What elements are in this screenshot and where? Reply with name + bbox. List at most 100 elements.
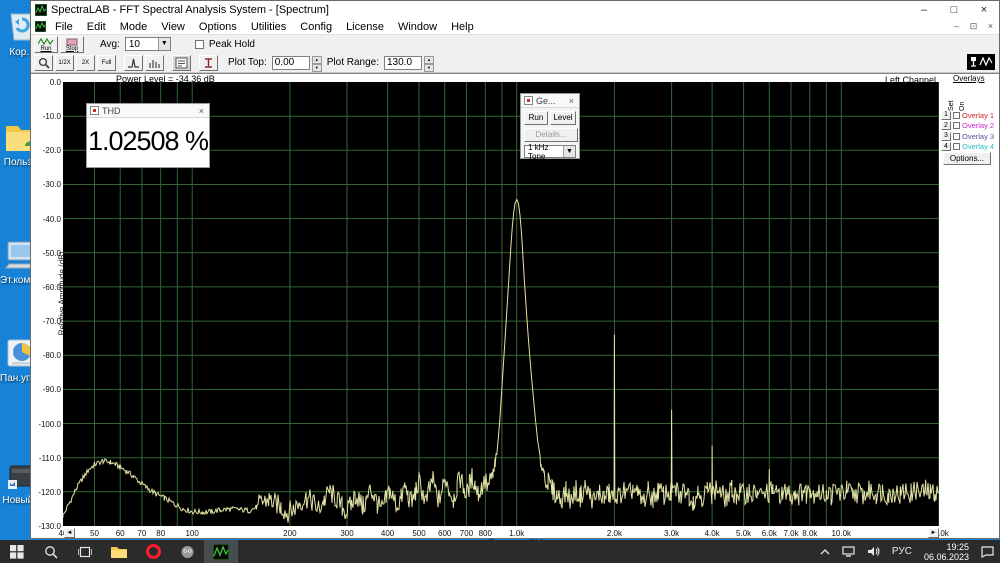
taskbar-search-button[interactable] <box>34 540 68 563</box>
generator-title-bar[interactable]: Ge... × <box>521 94 579 108</box>
peak-hold-checkbox[interactable] <box>194 39 204 49</box>
run-wave-icon <box>37 37 54 46</box>
task-view-button[interactable] <box>68 540 102 563</box>
overlay-row-3: 3 Overlay 3 <box>941 131 994 141</box>
plot-top-up-icon[interactable]: ▲ <box>311 55 322 64</box>
plot-range-input[interactable]: 130.0 <box>384 55 422 70</box>
overlay-4-set-button[interactable]: 4 <box>941 142 951 151</box>
plot-top-input[interactable]: 0.00 <box>271 55 310 70</box>
plot-top-down-icon[interactable]: ▼ <box>311 63 322 72</box>
volume-tray-icon[interactable] <box>861 540 886 563</box>
gimp-button[interactable] <box>170 540 204 563</box>
scroll-left-button[interactable]: ◄ <box>64 528 75 538</box>
clock-date: 06.06.2023 <box>923 551 969 562</box>
generator-run-button[interactable]: Run <box>524 111 548 125</box>
zoom-tool-button[interactable] <box>34 54 53 71</box>
start-button[interactable] <box>0 540 34 563</box>
menu-item-config[interactable]: Config <box>293 21 339 33</box>
menu-item-window[interactable]: Window <box>391 21 444 33</box>
generator-window-icon <box>524 96 533 105</box>
plot-range-spinner[interactable]: ▲ ▼ <box>424 55 434 72</box>
y-tick-label: -40.0 <box>42 214 61 224</box>
menu-item-file[interactable]: File <box>48 21 80 33</box>
title-bar: SpectraLAB - FFT Spectral Analysis Syste… <box>31 1 999 19</box>
mdi-restore-button[interactable]: ⊡ <box>965 19 982 34</box>
list-icon <box>175 57 188 68</box>
peak-hold-label: Peak Hold <box>208 38 255 50</box>
stop-button[interactable]: Stop <box>60 35 84 53</box>
peak-curve-button[interactable] <box>124 54 143 71</box>
y-tick-label: -50.0 <box>42 248 61 258</box>
windows-logo-icon <box>10 544 24 559</box>
y-tick-label: 0.0 <box>49 78 61 87</box>
ibeam-icon <box>205 57 212 68</box>
folder-icon <box>111 547 127 558</box>
spectralab-taskbar-button[interactable] <box>204 540 238 563</box>
overlay-3-on-checkbox[interactable] <box>953 132 960 140</box>
mdi-minimize-button[interactable]: – <box>948 19 965 34</box>
network-tray-icon[interactable] <box>836 540 861 563</box>
avg-label: Avg: <box>100 38 120 50</box>
plot-range-up-icon[interactable]: ▲ <box>424 55 434 64</box>
file-explorer-button[interactable] <box>102 540 136 563</box>
opera-browser-button[interactable] <box>136 540 170 563</box>
run-button-label: Run <box>40 45 52 52</box>
scale-half-button[interactable]: 1/2X <box>55 54 74 71</box>
run-button[interactable]: Run <box>34 35 58 53</box>
y-tick-label: -100.0 <box>38 419 61 429</box>
menu-items: File Edit Mode View Options Utilities Config Li… <box>48 21 481 33</box>
options-list-button[interactable] <box>172 54 191 71</box>
clock-time: 19:25 <box>946 541 969 552</box>
avg-select[interactable]: 10 ▼ <box>124 37 171 51</box>
menu-item-options[interactable]: Options <box>192 21 244 33</box>
system-tray: РУС 19:25 06.06.2023 <box>814 540 1000 563</box>
spectralab-window: SpectraLAB - FFT Spectral Analysis Syste… <box>30 0 1000 547</box>
hidden-icons-chevron[interactable] <box>814 540 836 563</box>
menu-item-utilities[interactable]: Utilities <box>244 21 293 33</box>
overlay-4-on-checkbox[interactable] <box>953 143 960 150</box>
thd-window: THD × 1.02508 % <box>86 103 210 168</box>
bar-display-button[interactable] <box>145 54 164 71</box>
scale-full-button[interactable]: Full <box>97 54 116 71</box>
overlay-2-on-checkbox[interactable] <box>953 122 960 129</box>
avg-value: 10 <box>128 38 140 50</box>
generator-details-button[interactable]: Details... <box>524 128 578 142</box>
menu-item-help[interactable]: Help <box>444 21 481 33</box>
thd-value: 1.02508 % <box>87 126 209 156</box>
generator-signal-value: 1 kHz Tone <box>528 142 549 161</box>
mdi-close-button[interactable]: × <box>982 19 999 34</box>
menu-item-view[interactable]: View <box>154 21 192 33</box>
overlay-4-label: Overlay 4 <box>962 142 995 151</box>
thd-close-icon[interactable]: × <box>197 106 206 116</box>
plot-top-spinner[interactable]: ▲ ▼ <box>311 55 322 72</box>
language-indicator[interactable]: РУС <box>886 540 918 563</box>
generator-signal-select[interactable]: 1 kHz Tone ▼ <box>524 142 576 161</box>
menu-item-mode[interactable]: Mode <box>113 21 155 33</box>
avg-dropdown-icon[interactable]: ▼ <box>157 38 170 50</box>
search-icon <box>45 545 58 559</box>
overlay-1-set-button[interactable]: 1 <box>941 110 951 120</box>
generator-signal-dropdown-icon[interactable]: ▼ <box>563 146 575 157</box>
input-source-button[interactable] <box>967 54 995 73</box>
close-button[interactable]: × <box>969 1 999 19</box>
overlay-1-on-checkbox[interactable] <box>953 111 960 119</box>
taskbar-clock[interactable]: 19:25 06.06.2023 <box>918 542 975 562</box>
menu-item-edit[interactable]: Edit <box>80 21 113 33</box>
peak-curve-icon <box>128 58 139 68</box>
maximize-button[interactable]: □ <box>939 1 969 19</box>
plot-range-down-icon[interactable]: ▼ <box>424 63 434 72</box>
overlay-options-button[interactable]: Options... <box>943 152 991 165</box>
minimize-button[interactable]: – <box>909 1 939 19</box>
marker-button[interactable] <box>199 54 218 71</box>
overlay-3-set-button[interactable]: 3 <box>941 131 951 141</box>
toolbar-scaling: 1/2X 2X Full Plot Top: 0.00 ▲ ▼ Plot Rang… <box>31 53 999 73</box>
overlay-2-set-button[interactable]: 2 <box>941 121 951 130</box>
thd-title-bar[interactable]: THD × <box>87 104 209 118</box>
action-center-button[interactable] <box>975 540 1000 563</box>
generator-close-icon[interactable]: × <box>567 96 576 106</box>
scroll-right-button[interactable]: ► <box>928 528 939 538</box>
generator-level-button[interactable]: Level <box>550 111 576 125</box>
scale-2x-button[interactable]: 2X <box>76 54 95 71</box>
menu-item-license[interactable]: License <box>339 21 391 33</box>
app-icon <box>35 4 47 16</box>
